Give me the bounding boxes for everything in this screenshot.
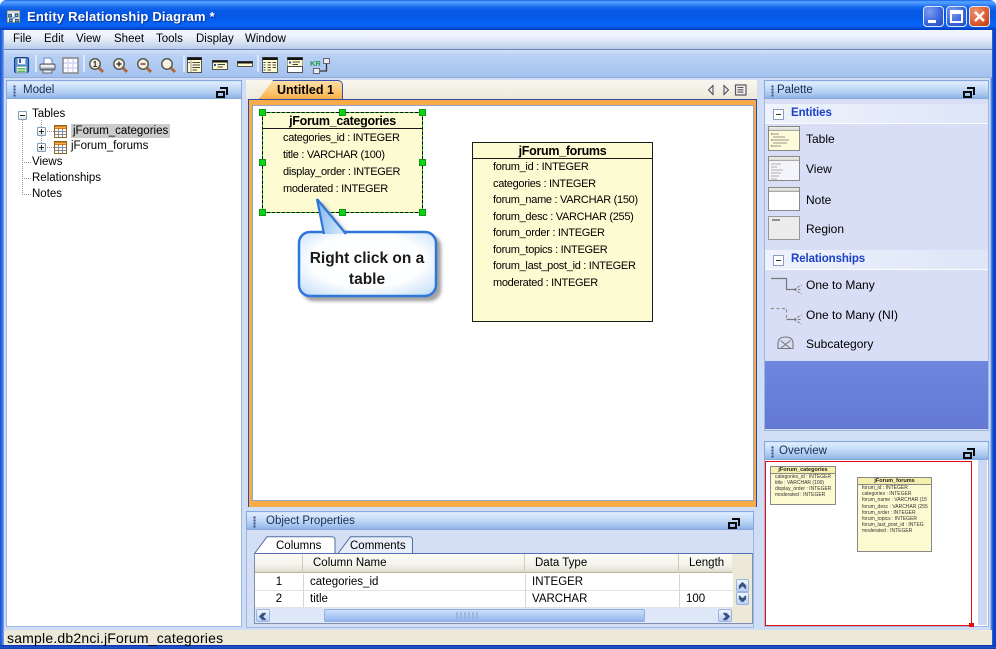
svg-text:1: 1 xyxy=(93,60,98,69)
svg-text:Columns: Columns xyxy=(276,540,322,552)
svg-text:KR: KR xyxy=(310,59,321,68)
svg-text:Comments: Comments xyxy=(350,540,406,552)
svg-text:Right click on a: Right click on a xyxy=(310,250,425,267)
svg-text:table: table xyxy=(349,271,386,288)
